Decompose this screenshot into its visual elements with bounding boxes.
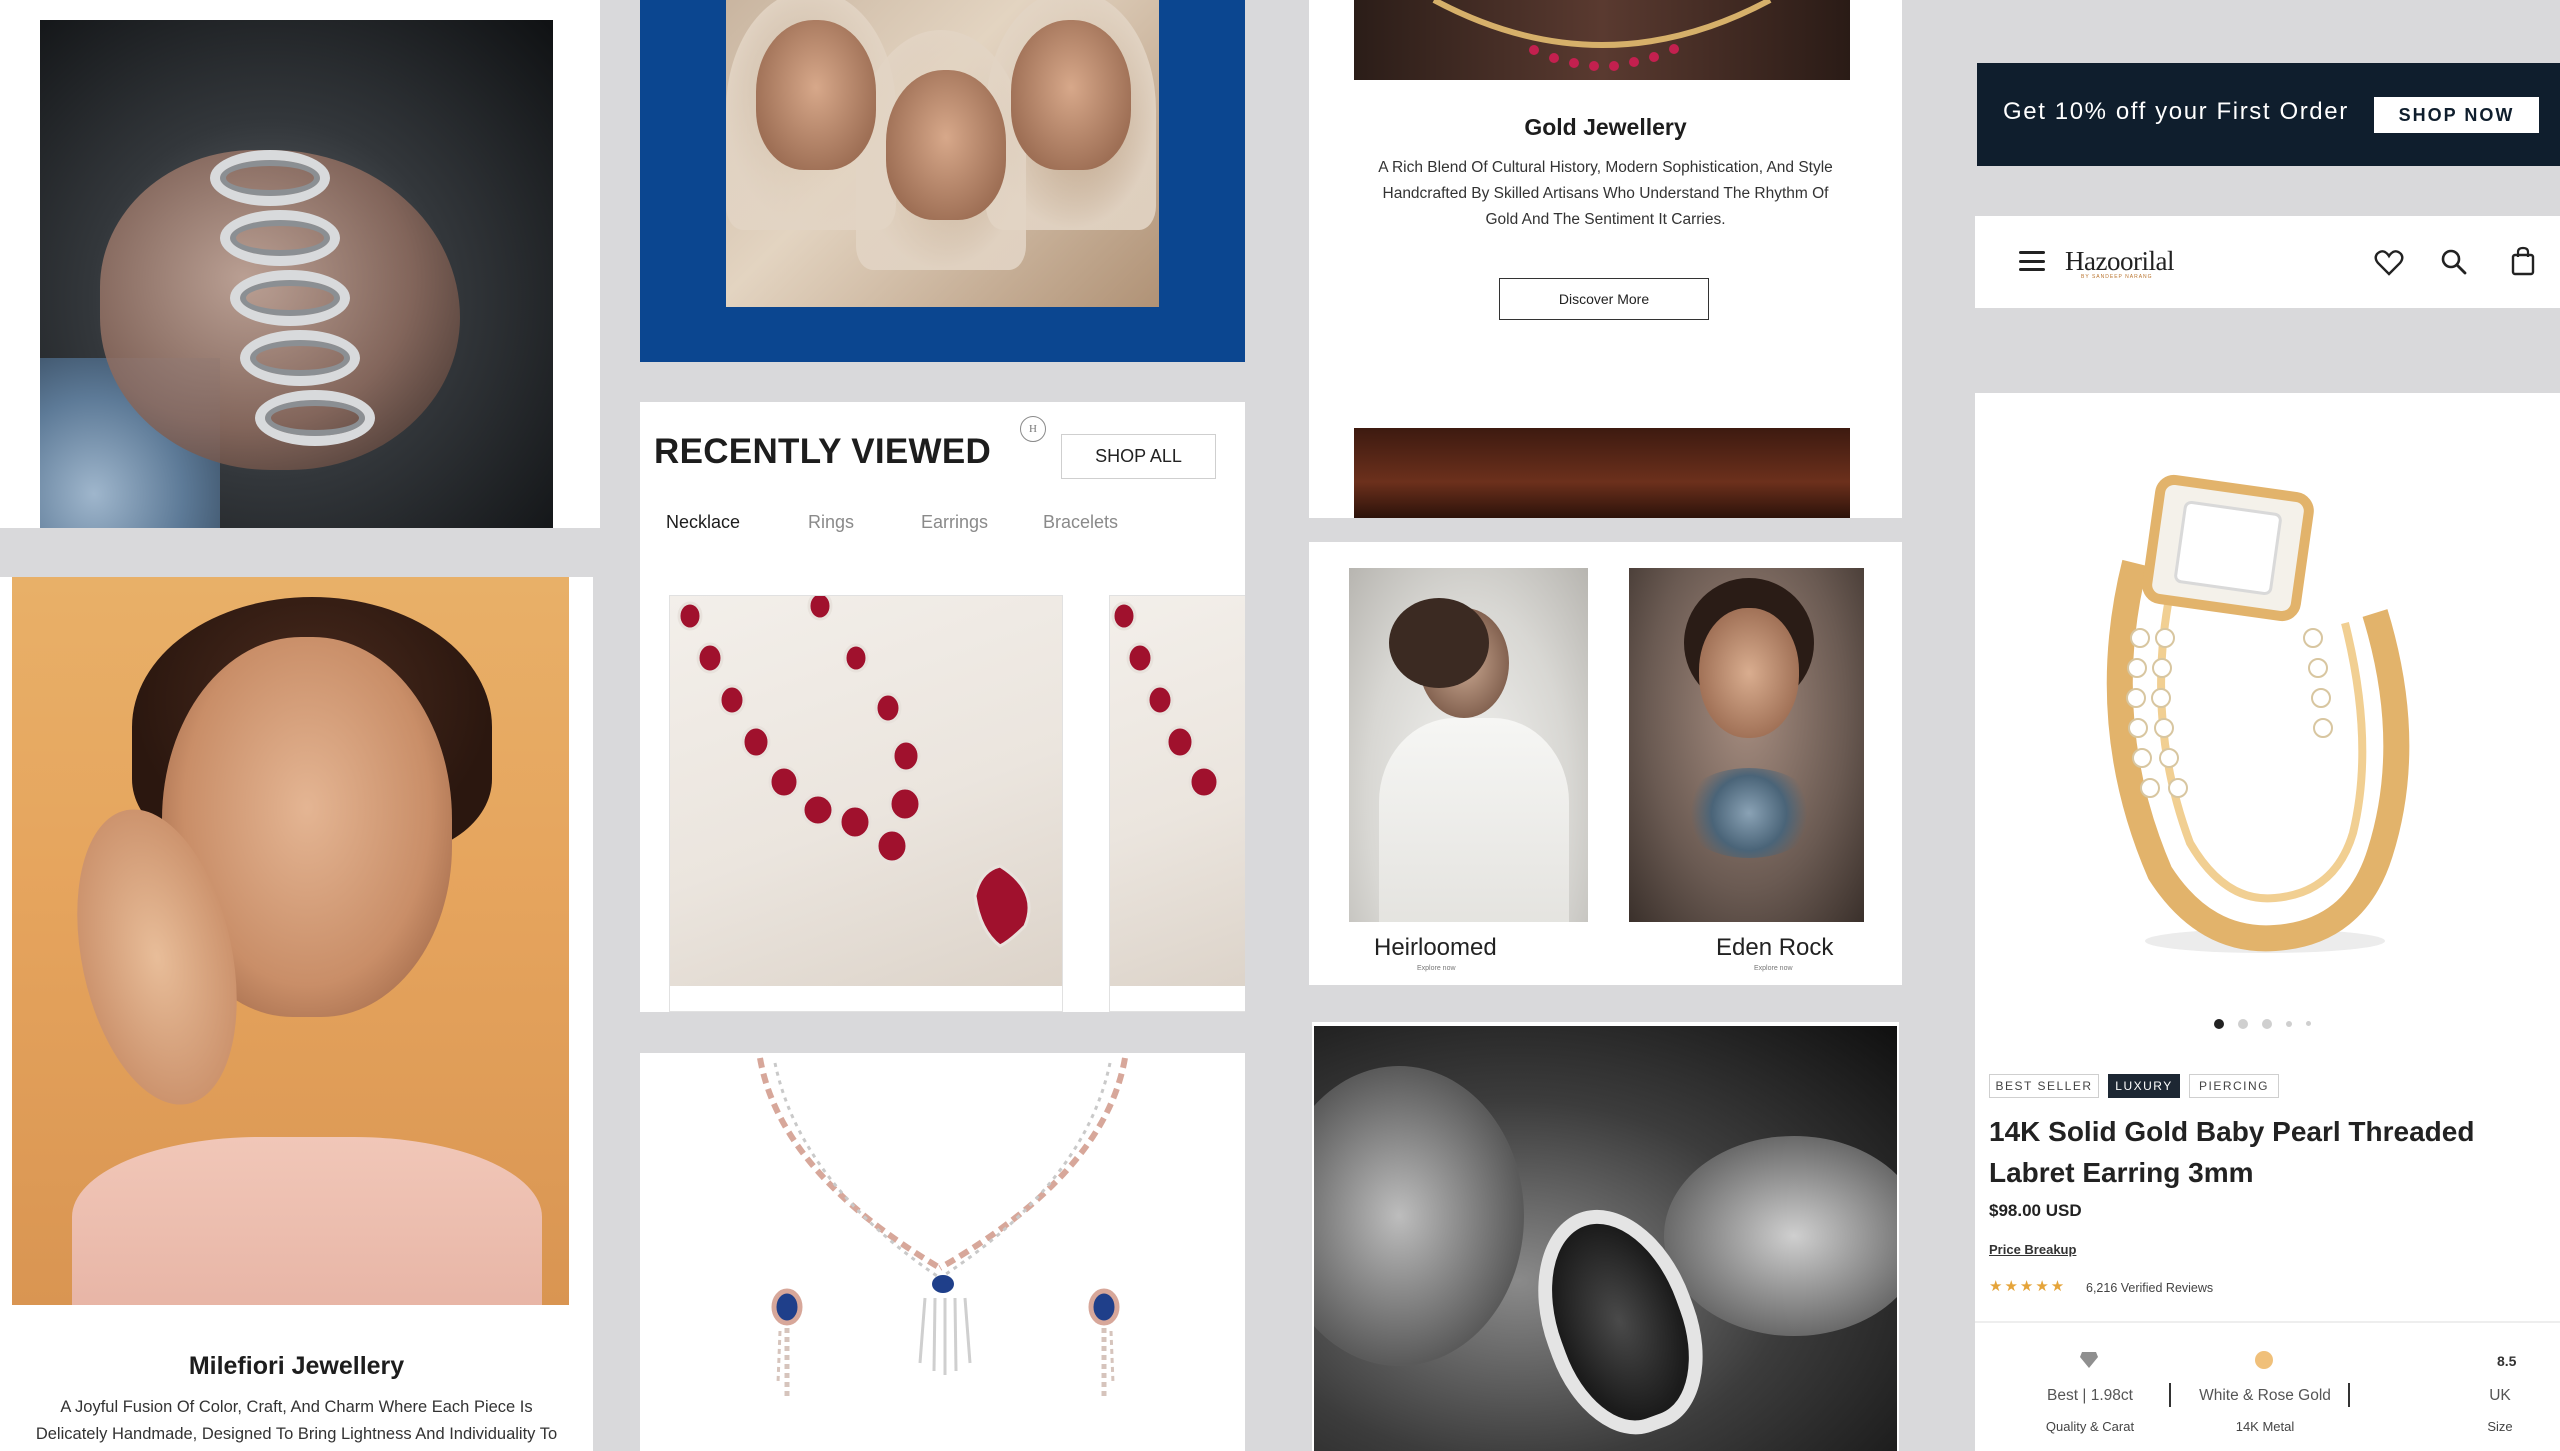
- size-value: 8.5: [2497, 1353, 2517, 1369]
- carousel-dot[interactable]: [2306, 1021, 2311, 1026]
- milefiori-card[interactable]: Milefiori Jewellery A Joyful Fusion Of C…: [0, 577, 593, 1451]
- gold-necklace-photo: [1354, 0, 1850, 80]
- milefiori-model-photo: [12, 577, 569, 1305]
- spec-size-value: UK: [2489, 1387, 2511, 1404]
- tab-necklace[interactable]: Necklace: [666, 512, 740, 533]
- product-detail-card: BEST SELLER LUXURY PIERCING 14K Solid Go…: [1975, 393, 2560, 1451]
- gold-jewellery-card: Gold Jewellery A Rich Blend Of Cultural …: [1309, 0, 1902, 518]
- site-header: Hazoorilal BY SANDEEP NARANG: [1975, 216, 2560, 308]
- product-tile[interactable]: [669, 595, 1063, 1012]
- recently-viewed-section: RECENTLY VIEWED SHOP ALL Necklace Rings …: [640, 402, 1245, 1012]
- brand-badge-icon: H: [1020, 416, 1046, 442]
- shop-all-button[interactable]: SHOP ALL: [1061, 434, 1216, 479]
- milefiori-title: Milefiori Jewellery: [188, 1352, 405, 1380]
- heirloomed-photo[interactable]: [1349, 568, 1588, 922]
- craftsman-ring-photo: [1314, 1026, 1897, 1451]
- divider: [1975, 1321, 2560, 1323]
- milefiori-description: A Joyful Fusion Of Color, Craft, And Cha…: [0, 1394, 593, 1448]
- spec-size-label: Size: [2487, 1419, 2513, 1434]
- tag-luxury: LUXURY: [2108, 1074, 2180, 1098]
- brand-logo-subtitle: BY SANDEEP NARANG: [2081, 274, 2153, 280]
- ruby-necklace-image-partial: [1110, 596, 1245, 986]
- bridal-models-photo: [726, 0, 1159, 307]
- ruby-necklace-drawing-partial: [1111, 601, 1220, 799]
- menu-icon[interactable]: [2019, 251, 2045, 271]
- ruby-necklace-strand: [1432, 0, 1772, 71]
- gold-jewellery-description: A Rich Blend Of Cultural History, Modern…: [1378, 159, 1833, 228]
- diamond-necklace-card[interactable]: [640, 1053, 1245, 1451]
- wishlist-heart-icon[interactable]: [2374, 249, 2404, 277]
- gold-jewellery-title: Gold Jewellery: [1524, 114, 1687, 140]
- discover-more-button[interactable]: Discover More: [1499, 278, 1709, 320]
- spec-separator: [2348, 1383, 2350, 1407]
- shop-now-button[interactable]: SHOP NOW: [2374, 97, 2539, 133]
- diamond-sapphire-necklace-drawing: [757, 1057, 1128, 1398]
- product-title: 14K Solid Gold Baby Pearl Threaded Labre…: [1989, 1116, 2475, 1188]
- brand-logo[interactable]: Hazoorilal: [2065, 246, 2174, 277]
- spec-quality-value: Best | 1.98ct: [2047, 1387, 2133, 1404]
- eden-rock-label[interactable]: Eden Rock: [1716, 934, 1833, 962]
- rating-stars-icon: ★★★★★: [1989, 1278, 2067, 1295]
- silver-bracelet-card[interactable]: [0, 0, 600, 528]
- spec-separator: [2169, 1383, 2171, 1407]
- ruby-necklace-image: [670, 596, 1062, 986]
- product-tile[interactable]: [1109, 595, 1245, 1012]
- metal-color-swatch: [2255, 1351, 2273, 1369]
- gold-ring-image: [1975, 393, 2560, 993]
- spec-metal-value: White & Rose Gold: [2199, 1387, 2331, 1404]
- price-breakup-link[interactable]: Price Breakup: [1989, 1242, 2076, 1257]
- carousel-dot[interactable]: [2286, 1021, 2292, 1027]
- promo-banner: Get 10% off your First Order SHOP NOW: [1977, 63, 2560, 166]
- tab-rings[interactable]: Rings: [808, 512, 854, 533]
- heirloomed-label[interactable]: Heirloomed: [1374, 934, 1497, 962]
- craftsman-card[interactable]: [1312, 1022, 1899, 1451]
- eden-rock-explore-link[interactable]: Explore now: [1754, 965, 1793, 972]
- diamond-icon: [2080, 1352, 2098, 1368]
- collections-card: Heirloomed Explore now Eden Rock Explore…: [1309, 542, 1902, 985]
- product-price: $98.00 USD: [1989, 1201, 2082, 1220]
- carousel-dot-active[interactable]: [2214, 1019, 2224, 1029]
- milefiori-desc-line1: A Joyful Fusion Of Color, Craft, And Cha…: [60, 1398, 533, 1416]
- tab-bracelets[interactable]: Bracelets: [1043, 512, 1118, 533]
- search-icon[interactable]: [2440, 248, 2468, 276]
- tag-best-seller: BEST SELLER: [1989, 1074, 2099, 1098]
- carousel-dot[interactable]: [2262, 1019, 2272, 1029]
- bridal-banner-card[interactable]: [640, 0, 1245, 362]
- spec-quality-label: Quality & Carat: [2045, 1419, 2135, 1434]
- gold-model-photo: [1354, 428, 1850, 518]
- shopping-bag-icon[interactable]: [2510, 246, 2536, 276]
- promo-text: Get 10% off your First Order: [2003, 98, 2349, 125]
- spec-metal-label: 14K Metal: [2235, 1419, 2295, 1434]
- eden-rock-photo[interactable]: [1629, 568, 1864, 922]
- recently-viewed-title: RECENTLY VIEWED: [654, 432, 992, 471]
- tab-earrings[interactable]: Earrings: [921, 512, 988, 533]
- milefiori-desc-line2: Delicately Handmade, Designed To Bring L…: [35, 1425, 558, 1443]
- silver-bracelet-photo: [40, 20, 553, 528]
- ruby-necklace-drawing: [677, 596, 1031, 948]
- reviews-count[interactable]: 6,216 Verified Reviews: [2086, 1281, 2213, 1295]
- tag-piercing: PIERCING: [2189, 1074, 2279, 1098]
- heirloomed-explore-link[interactable]: Explore now: [1417, 965, 1456, 972]
- gold-diamond-ring-drawing: [2106, 474, 2410, 953]
- carousel-dot[interactable]: [2238, 1019, 2248, 1029]
